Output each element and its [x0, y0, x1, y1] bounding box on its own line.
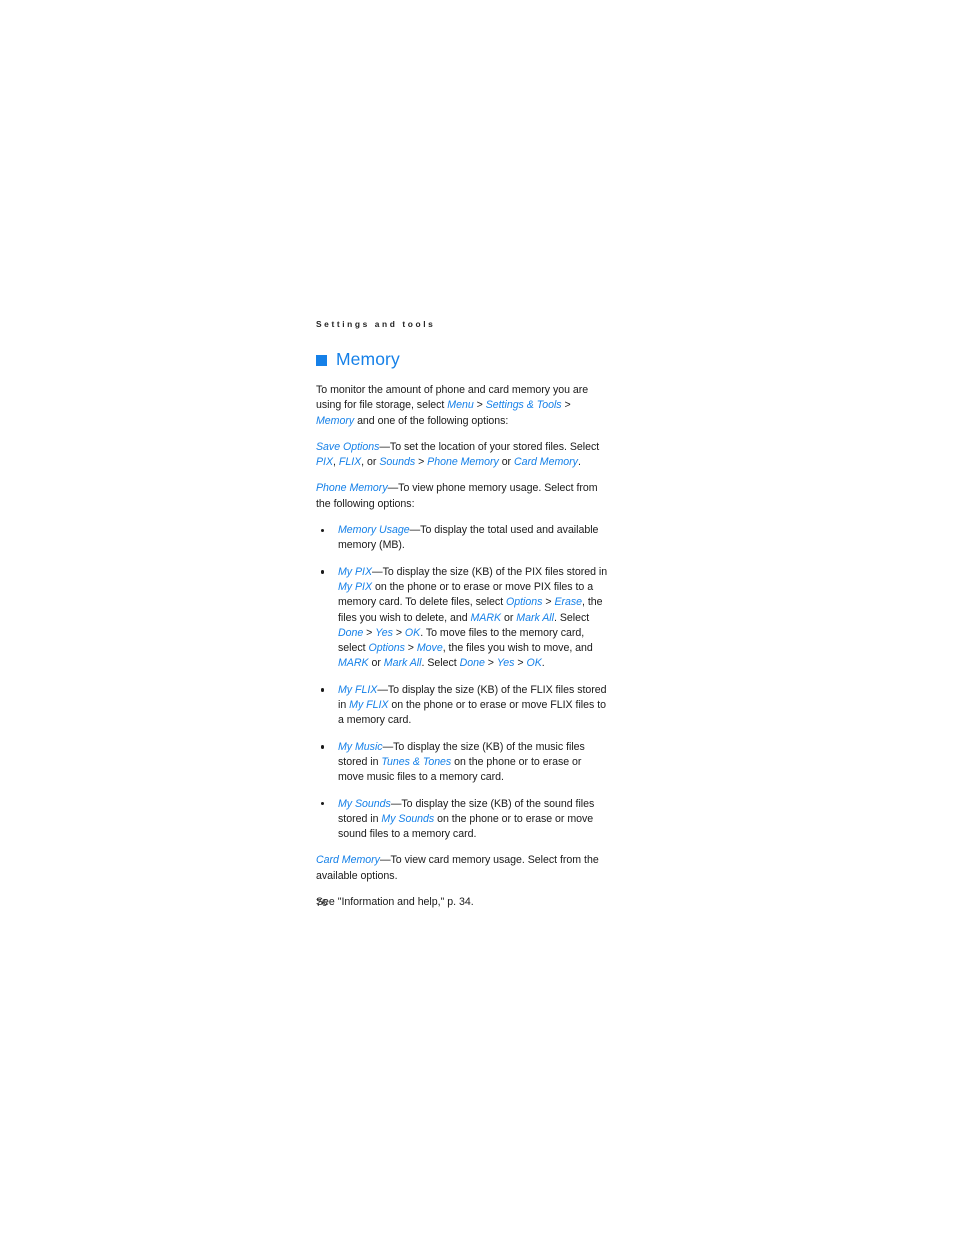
- ui-term-menu: Menu: [447, 399, 474, 412]
- ui-term-memory-usage: Memory Usage: [338, 524, 410, 537]
- ui-term-yes: Yes: [375, 626, 393, 639]
- bullet-icon: [321, 528, 325, 532]
- list-item: My PIX—To display the size (KB) of the P…: [316, 565, 608, 672]
- separator: >: [392, 626, 405, 639]
- ui-term-mark-all: Mark All: [516, 611, 554, 624]
- intro-text-2: and one of the following options:: [354, 414, 509, 427]
- page-number: 76: [316, 898, 328, 909]
- card-memory-paragraph: Card Memory—To view card memory usage. S…: [316, 853, 608, 884]
- bullet-icon: [321, 570, 325, 574]
- filled-square-icon: [316, 354, 327, 366]
- ui-term-my-pix: My PIX: [338, 565, 373, 578]
- list-item-text: or: [501, 611, 517, 624]
- bullet-icon: [321, 745, 325, 749]
- list-item: My Music—To display the size (KB) of the…: [316, 740, 608, 786]
- save-options-text-1: —To set the location of your stored file…: [379, 440, 600, 453]
- ui-term-my-flix: My FLIX: [338, 683, 378, 696]
- list-item-text: or: [368, 657, 384, 670]
- ui-term-my-music: My Music: [338, 740, 383, 753]
- ui-term-mark-all: Mark All: [383, 657, 422, 670]
- cross-reference-paragraph: See "Information and help," p. 34.: [316, 896, 474, 909]
- ui-term-options: Options: [368, 642, 405, 655]
- period: .: [541, 657, 545, 670]
- separator: >: [561, 399, 571, 412]
- options-list: Memory Usage—To display the total used a…: [316, 523, 608, 842]
- list-item-text: —To display the size (KB) of the PIX fil…: [372, 565, 608, 578]
- ui-term-my-pix: My PIX: [338, 580, 373, 593]
- separator: >: [415, 456, 428, 469]
- ui-term-pix: PIX: [316, 456, 334, 469]
- ui-term-phone-memory: Phone Memory: [316, 482, 388, 495]
- ui-term-done: Done: [459, 657, 485, 670]
- page-content: Settings and tools Memory To monitor the…: [316, 318, 608, 921]
- bullet-icon: [321, 802, 325, 806]
- separator: >: [484, 657, 497, 670]
- ui-term-move: Move: [416, 642, 443, 655]
- separator: >: [404, 642, 417, 655]
- list-item-text: , the files you wish to move, and: [442, 642, 593, 655]
- separator: >: [363, 626, 376, 639]
- manual-page: Settings and tools Memory To monitor the…: [0, 0, 954, 1235]
- page-title: Memory: [336, 349, 400, 369]
- ui-term-yes: Yes: [496, 657, 515, 670]
- save-options-text-2: , or: [361, 456, 380, 469]
- ui-term-options: Options: [506, 596, 543, 609]
- ui-term-my-sounds: My Sounds: [338, 797, 391, 810]
- ui-term-my-sounds: My Sounds: [381, 812, 435, 825]
- list-item: My FLIX—To display the size (KB) of the …: [316, 683, 608, 729]
- ui-term-sounds: Sounds: [379, 456, 416, 469]
- ui-term-save-options: Save Options: [316, 440, 380, 453]
- ui-term-mark: MARK: [470, 611, 502, 624]
- ui-term-done: Done: [338, 626, 364, 639]
- ui-term-ok: OK: [526, 657, 542, 670]
- ui-term-erase: Erase: [554, 596, 583, 609]
- bullet-icon: [321, 688, 325, 692]
- ui-term-my-flix: My FLIX: [349, 699, 389, 712]
- save-options-text-3: or: [498, 456, 514, 469]
- ui-term-card-memory: Card Memory: [316, 854, 380, 867]
- intro-paragraph: To monitor the amount of phone and card …: [316, 383, 608, 429]
- ui-term-card-memory: Card Memory: [514, 456, 578, 469]
- ui-term-settings-tools: Settings & Tools: [485, 399, 562, 412]
- separator: >: [473, 399, 486, 412]
- ui-term-mark: MARK: [338, 657, 369, 670]
- ui-term-flix: FLIX: [338, 456, 362, 469]
- save-options-paragraph: Save Options—To set the location of your…: [316, 440, 608, 471]
- ui-term-tunes-tones: Tunes & Tones: [381, 755, 452, 768]
- ui-term-phone-memory: Phone Memory: [427, 456, 499, 469]
- list-item: Memory Usage—To display the total used a…: [316, 523, 608, 554]
- period: .: [577, 456, 581, 469]
- list-item-text: . Select: [421, 657, 460, 670]
- section-heading: Memory: [316, 348, 608, 370]
- phone-memory-paragraph: Phone Memory—To view phone memory usage.…: [316, 481, 608, 512]
- ui-term-memory: Memory: [316, 414, 355, 427]
- list-item-text: . Select: [553, 611, 590, 624]
- running-header: Settings and tools: [316, 319, 436, 329]
- list-item: My Sounds—To display the size (KB) of th…: [316, 797, 608, 843]
- ui-term-ok: OK: [404, 626, 421, 639]
- separator: >: [542, 596, 555, 609]
- separator: >: [514, 657, 527, 670]
